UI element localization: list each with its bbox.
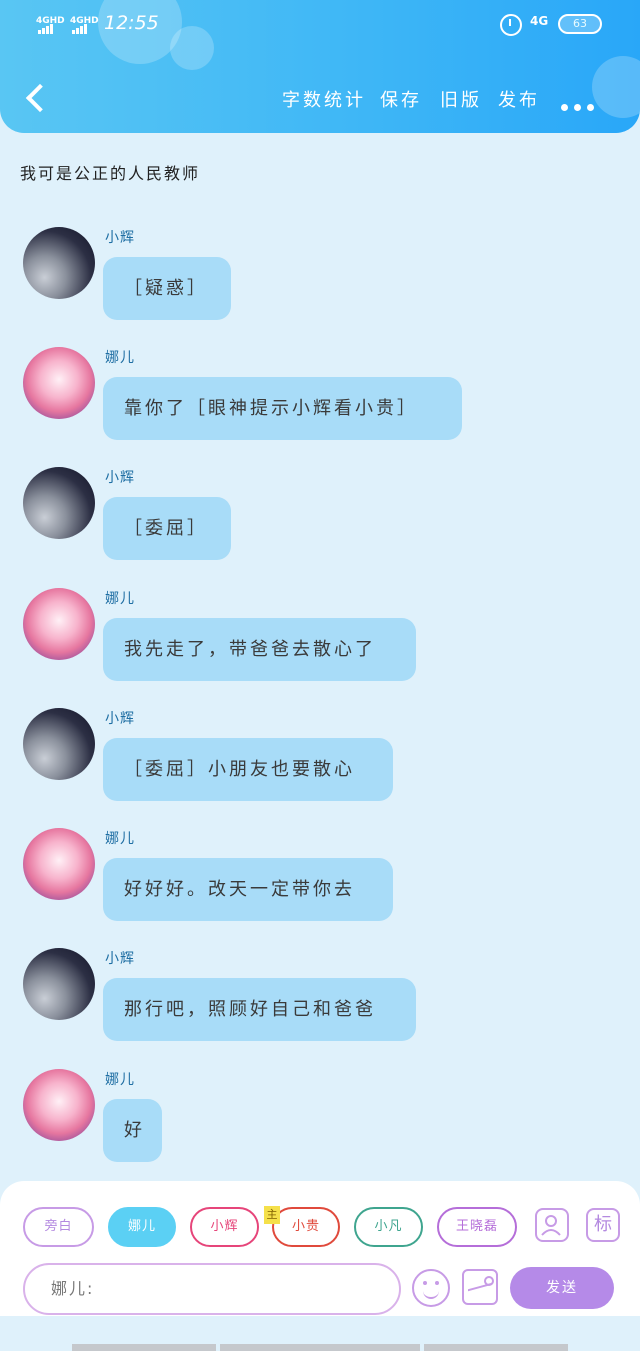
- alarm-icon: [500, 14, 522, 36]
- message-bubble[interactable]: ［委屈］: [103, 497, 231, 560]
- avatar[interactable]: [23, 467, 95, 539]
- message-bubble[interactable]: 好: [103, 1099, 162, 1162]
- avatar[interactable]: [23, 1069, 95, 1141]
- message-bubble[interactable]: 靠你了［眼神提示小辉看小贵］: [103, 377, 462, 440]
- avatar[interactable]: [23, 828, 95, 900]
- avatar[interactable]: [23, 948, 95, 1020]
- message-bubble[interactable]: ［委屈］小朋友也要散心: [103, 738, 393, 801]
- composer-panel: 旁白 娜儿 小辉 小贵 主 小凡 王晓磊 标 娜儿: 发送: [0, 1181, 640, 1316]
- message-bubble[interactable]: 好好好。改天一定带你去: [103, 858, 393, 921]
- sender-name: 小辉: [105, 230, 135, 246]
- nav-bar-segment: [424, 1344, 568, 1351]
- sender-name: 娜儿: [105, 591, 135, 607]
- sender-name: 小辉: [105, 951, 135, 967]
- sender-name: 小辉: [105, 711, 135, 727]
- avatar[interactable]: [23, 588, 95, 660]
- avatar[interactable]: [23, 347, 95, 419]
- message-bubble[interactable]: 我先走了，带爸爸去散心了: [103, 618, 416, 681]
- role-chip-xiaofan[interactable]: 小凡: [354, 1207, 423, 1247]
- status-time: 12:55: [104, 12, 159, 34]
- role-chip-wangxiaolei[interactable]: 王晓磊: [437, 1207, 517, 1247]
- sender-name: 娜儿: [105, 1072, 135, 1088]
- status-bar: 4GHD 4GHD 12:55 4G 63: [0, 10, 640, 40]
- save-button[interactable]: 保存: [380, 86, 422, 112]
- back-arrow-icon[interactable]: [25, 83, 55, 113]
- network-type: 4G: [530, 14, 549, 28]
- avatar[interactable]: [23, 227, 95, 299]
- send-button[interactable]: 发送: [510, 1267, 614, 1309]
- mark-button[interactable]: 标: [586, 1208, 620, 1242]
- sender-name: 小辉: [105, 470, 135, 486]
- word-count-button[interactable]: 字数统计: [282, 86, 366, 112]
- more-options-icon[interactable]: [561, 96, 600, 115]
- signal-bars-icon: [36, 24, 54, 34]
- role-chip-xiaogui[interactable]: 小贵: [272, 1207, 340, 1247]
- nav-bar-segment: [220, 1344, 420, 1351]
- message-bubble[interactable]: ［疑惑］: [103, 257, 231, 320]
- image-icon[interactable]: [462, 1269, 498, 1305]
- sender-name: 娜儿: [105, 831, 135, 847]
- nav-bar-segment: [72, 1344, 216, 1351]
- old-version-button[interactable]: 旧版: [440, 86, 482, 112]
- battery-indicator: 63: [558, 14, 602, 34]
- role-chip-narrator[interactable]: 旁白: [23, 1207, 94, 1247]
- message-input[interactable]: 娜儿:: [23, 1263, 401, 1315]
- app-header: 4GHD 4GHD 12:55 4G 63 字数统计 保存 旧版 发布: [0, 0, 640, 133]
- avatar[interactable]: [23, 708, 95, 780]
- publish-button[interactable]: 发布: [498, 86, 540, 112]
- main-role-badge: 主: [264, 1206, 280, 1224]
- story-title: 我可是公正的人民教师: [20, 164, 201, 183]
- emoji-icon[interactable]: [412, 1269, 450, 1307]
- signal-bars-icon: [70, 24, 88, 34]
- person-icon[interactable]: [535, 1208, 569, 1242]
- role-chip-xiaohui[interactable]: 小辉: [190, 1207, 259, 1247]
- role-chip-naer[interactable]: 娜儿: [108, 1207, 176, 1247]
- sender-name: 娜儿: [105, 350, 135, 366]
- message-bubble[interactable]: 那行吧，照顾好自己和爸爸: [103, 978, 416, 1041]
